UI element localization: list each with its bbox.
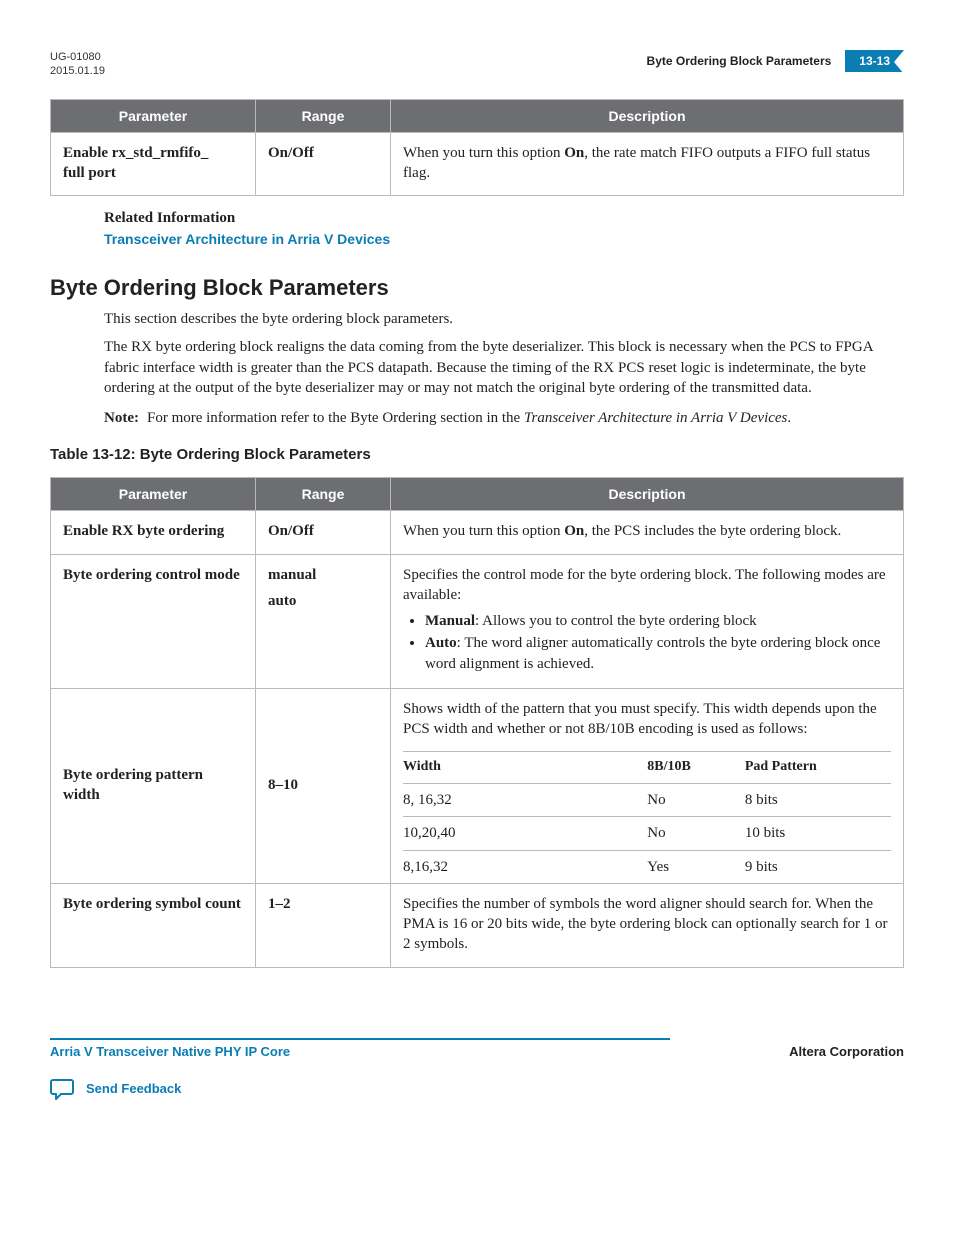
param-cell: Byte ordering control mode [51,554,256,688]
header-doc-meta: UG-01080 2015.01.19 [50,50,105,79]
inner-row: 8, 16,32 No 8 bits [403,784,891,817]
list-item: Auto: The word aligner automatically con… [425,633,891,674]
feedback-icon [50,1077,76,1101]
col-description: Description [391,478,904,511]
note-label: Note: [104,408,139,428]
header-right: Byte Ordering Block Parameters 13-13 [647,50,904,72]
doc-date: 2015.01.19 [50,64,105,78]
col-parameter: Parameter [51,99,256,132]
range-cell: On/Off [256,132,391,196]
param-cell: Enable rx_std_rmfifo_ full port [51,132,256,196]
inner-col-pad: Pad Pattern [735,752,891,784]
col-range: Range [256,478,391,511]
table-byte-ordering: Parameter Range Description Enable RX by… [50,477,904,967]
list-item: Manual: Allows you to control the byte o… [425,611,891,631]
table-row: Byte ordering control mode manual auto S… [51,554,904,688]
note-text: For more information refer to the Byte O… [147,408,904,428]
table-row: Enable RX byte ordering On/Off When you … [51,511,904,554]
desc-cell: Shows width of the pattern that you must… [391,688,904,883]
inner-table: Width 8B/10B Pad Pattern 8, 16,32 No 8 b… [403,751,891,883]
send-feedback-link[interactable]: Send Feedback [86,1081,181,1096]
range-cell: manual auto [256,554,391,688]
desc-cell: Specifies the number of symbols the word… [391,883,904,967]
desc-cell: Specifies the control mode for the byte … [391,554,904,688]
page-header: UG-01080 2015.01.19 Byte Ordering Block … [50,50,904,79]
inner-col-width: Width [403,752,637,784]
desc-list: Manual: Allows you to control the byte o… [403,611,891,674]
param-cell: Byte ordering symbol count [51,883,256,967]
page-number-tab: 13-13 [845,50,904,72]
table-row: Byte ordering pattern width 8–10 Shows w… [51,688,904,883]
header-section-title: Byte Ordering Block Parameters [647,54,832,68]
col-description: Description [391,99,904,132]
inner-row: 10,20,40 No 10 bits [403,817,891,850]
feedback-row: Send Feedback [50,1077,904,1101]
range-cell: 8–10 [256,688,391,883]
col-parameter: Parameter [51,478,256,511]
page-footer: Arria V Transceiver Native PHY IP Core A… [50,1038,904,1059]
note: Note: For more information refer to the … [104,408,904,428]
table-row: Enable rx_std_rmfifo_ full port On/Off W… [51,132,904,196]
doc-id: UG-01080 [50,50,105,64]
desc-cell: When you turn this option On, the PCS in… [391,511,904,554]
table-caption: Table 13-12: Byte Ordering Block Paramet… [50,446,904,463]
related-info-link[interactable]: Transceiver Architecture in Arria V Devi… [104,231,390,247]
inner-col-8b10b: 8B/10B [637,752,735,784]
range-cell: 1–2 [256,883,391,967]
desc-cell: When you turn this option On, the rate m… [391,132,904,196]
inner-row: 8,16,32 Yes 9 bits [403,850,891,883]
related-info-label: Related Information [104,210,904,227]
intro-para-1: This section describes the byte ordering… [104,309,904,329]
table-rmfifo: Parameter Range Description Enable rx_st… [50,99,904,197]
footer-right: Altera Corporation [789,1040,904,1059]
param-cell: Enable RX byte ordering [51,511,256,554]
table-row: Byte ordering symbol count 1–2 Specifies… [51,883,904,967]
range-cell: On/Off [256,511,391,554]
intro-para-2: The RX byte ordering block realigns the … [104,337,904,398]
section-heading: Byte Ordering Block Parameters [50,275,904,301]
footer-left: Arria V Transceiver Native PHY IP Core [50,1038,670,1059]
col-range: Range [256,99,391,132]
param-cell: Byte ordering pattern width [51,688,256,883]
